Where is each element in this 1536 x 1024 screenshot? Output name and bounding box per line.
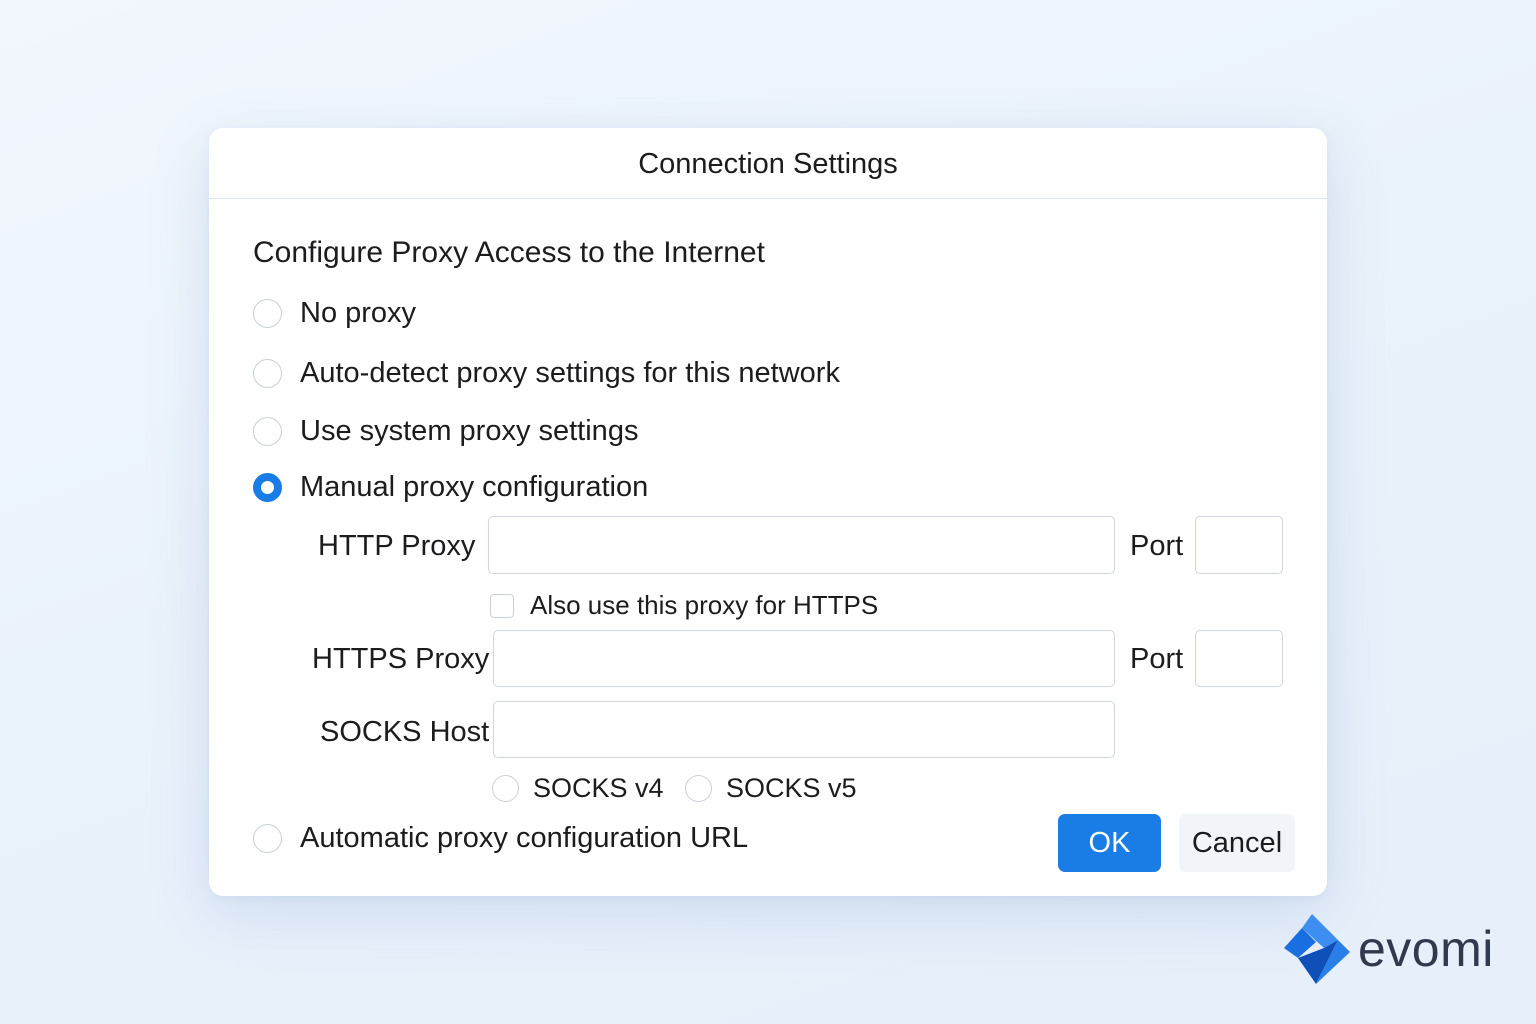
radio-label: Manual proxy configuration <box>300 470 649 503</box>
cancel-button[interactable]: Cancel <box>1179 814 1295 872</box>
radio-no-proxy[interactable]: No proxy <box>253 296 416 330</box>
socks-v5-label: SOCKS v5 <box>726 772 857 803</box>
radio-label: No proxy <box>300 296 417 329</box>
radio-button[interactable] <box>685 774 712 802</box>
http-proxy-input[interactable] <box>488 516 1115 574</box>
http-port-input[interactable] <box>1195 516 1283 574</box>
radio-socks-v5[interactable]: SOCKS v5 <box>685 771 857 805</box>
radio-button[interactable] <box>253 298 282 328</box>
dialog-title: Connection Settings <box>209 128 1327 199</box>
http-port-label: Port <box>1130 530 1184 562</box>
radio-label: Use system proxy settings <box>300 414 639 447</box>
also-https-checkbox-row[interactable]: Also use this proxy for HTTPS <box>490 590 878 621</box>
https-port-label: Port <box>1130 643 1184 675</box>
radio-socks-v4[interactable]: SOCKS v4 <box>492 771 664 805</box>
ok-button[interactable]: OK <box>1058 814 1161 872</box>
brand-logo: evomi <box>1280 912 1494 986</box>
radio-button[interactable] <box>253 416 282 446</box>
socks-host-input[interactable] <box>493 701 1115 758</box>
radio-auto-config-url[interactable]: Automatic proxy configuration URL <box>253 821 748 855</box>
radio-auto-detect[interactable]: Auto-detect proxy settings for this netw… <box>253 356 840 390</box>
also-https-checkbox[interactable] <box>490 593 514 618</box>
radio-label: Auto-detect proxy settings for this netw… <box>300 356 840 389</box>
radio-button[interactable] <box>253 358 282 388</box>
radio-button[interactable] <box>253 823 282 853</box>
radio-label: Automatic proxy configuration URL <box>300 821 749 854</box>
brand-name: evomi <box>1358 921 1494 977</box>
radio-button-selected[interactable] <box>253 472 282 502</box>
evomi-logo-icon <box>1284 914 1350 984</box>
http-proxy-label: HTTP Proxy <box>318 530 476 562</box>
socks-v4-label: SOCKS v4 <box>533 772 664 803</box>
https-proxy-input[interactable] <box>493 630 1115 687</box>
connection-settings-dialog: Connection Settings Configure Proxy Acce… <box>209 128 1327 896</box>
https-port-input[interactable] <box>1195 630 1283 687</box>
also-https-label: Also use this proxy for HTTPS <box>530 590 879 620</box>
https-proxy-label: HTTPS Proxy <box>312 643 490 675</box>
radio-button[interactable] <box>492 774 519 802</box>
socks-host-label: SOCKS Host <box>320 716 490 748</box>
radio-system-proxy[interactable]: Use system proxy settings <box>253 414 638 448</box>
section-heading: Configure Proxy Access to the Internet <box>253 236 765 269</box>
radio-manual-proxy[interactable]: Manual proxy configuration <box>253 470 648 504</box>
